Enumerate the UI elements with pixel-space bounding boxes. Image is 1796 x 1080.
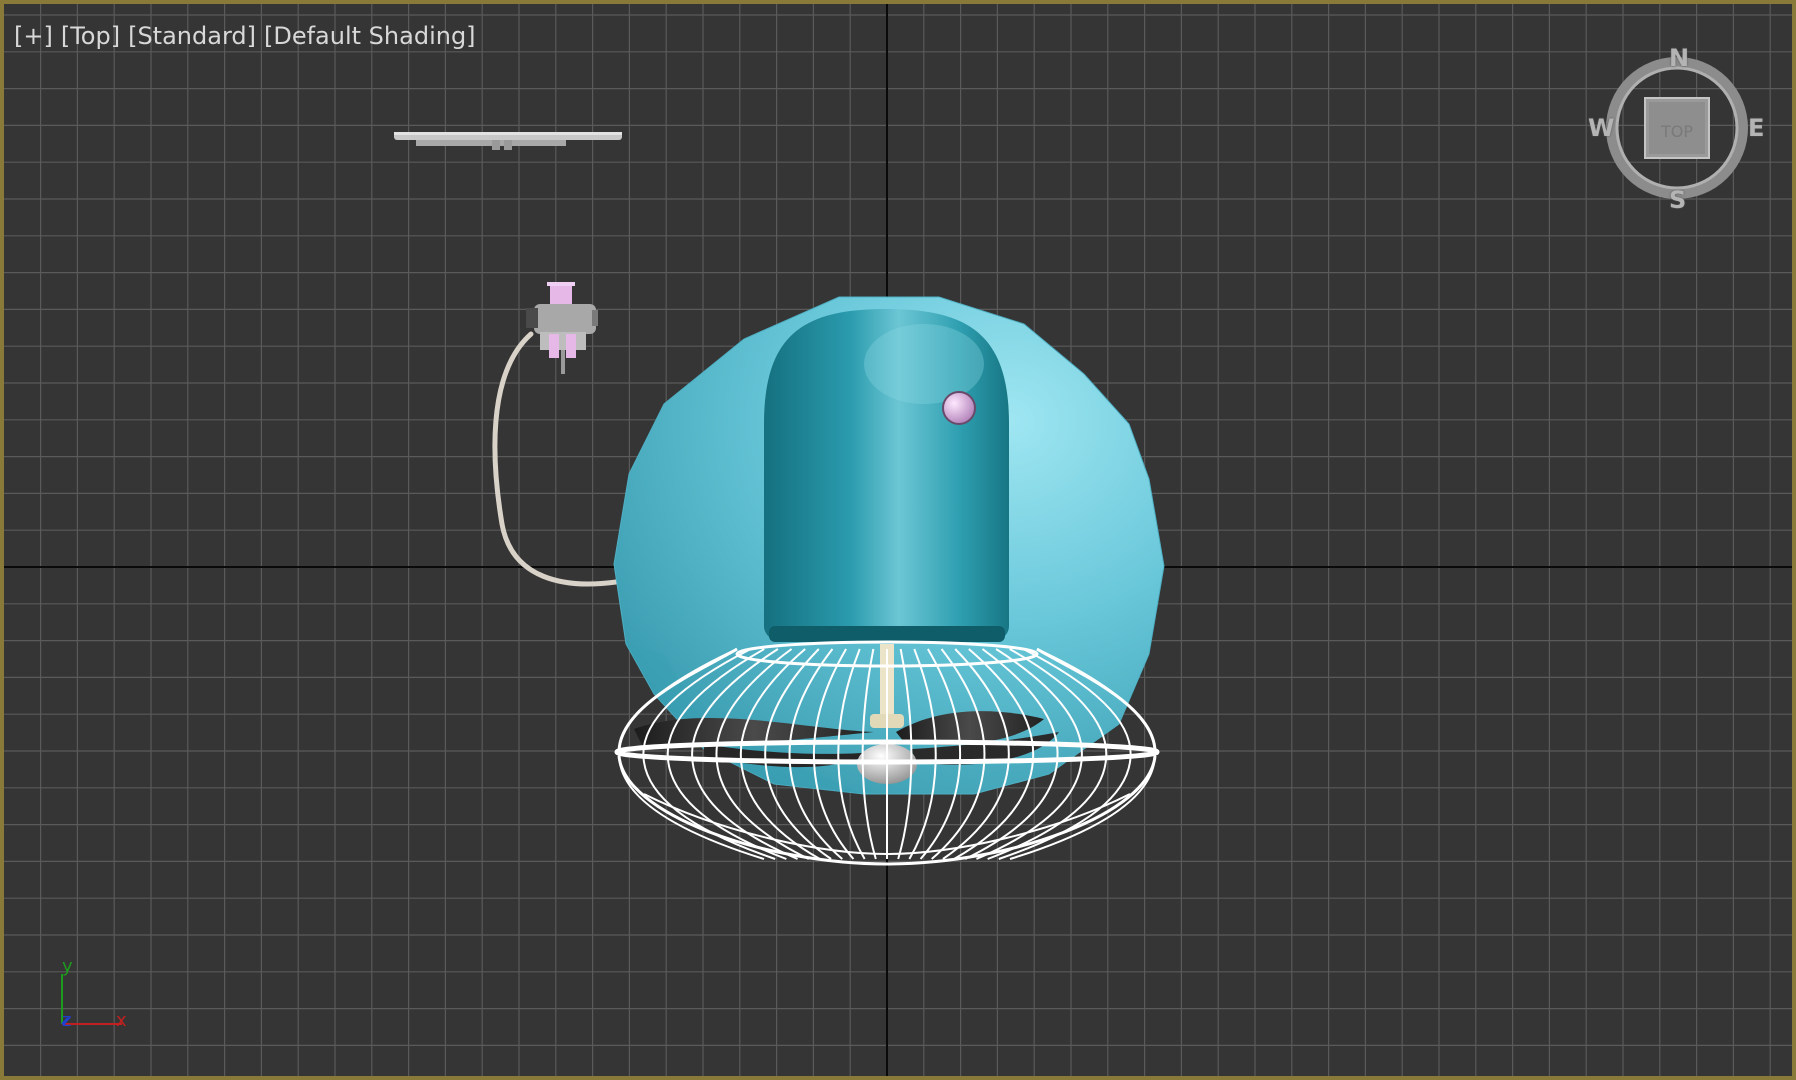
viewport-scene[interactable]: y z x bbox=[4, 4, 1796, 1080]
top-viewport[interactable]: y z x [+] [Top] [Standard] [Default Shading… bbox=[0, 0, 1796, 1080]
viewport-shading-label[interactable]: [Default Shading] bbox=[264, 22, 476, 50]
compass-west-label[interactable]: W bbox=[1588, 114, 1614, 142]
viewport-standard-label[interactable]: [Standard] bbox=[128, 22, 256, 50]
axis-z-label: z bbox=[62, 1010, 71, 1031]
axis-tripod: y z x bbox=[61, 956, 127, 1031]
compass-north-label[interactable]: N bbox=[1669, 44, 1689, 72]
viewport-menu-plus[interactable]: [+] bbox=[14, 22, 53, 50]
mount-plate[interactable] bbox=[394, 132, 622, 150]
viewport-view-label[interactable]: [Top] bbox=[61, 22, 120, 50]
axis-x-label: x bbox=[116, 1010, 127, 1031]
power-plug[interactable] bbox=[526, 282, 598, 374]
compass-south-label[interactable]: S bbox=[1669, 186, 1686, 214]
viewcube[interactable]: TOP N S E W bbox=[1588, 44, 1764, 214]
viewport-labels: [+] [Top] [Standard] [Default Shading] bbox=[14, 22, 484, 50]
axis-y-label: y bbox=[62, 956, 73, 977]
speed-knob[interactable] bbox=[942, 391, 976, 425]
viewcube-face-top[interactable]: TOP bbox=[1645, 102, 1709, 162]
compass-east-label[interactable]: E bbox=[1748, 114, 1764, 142]
